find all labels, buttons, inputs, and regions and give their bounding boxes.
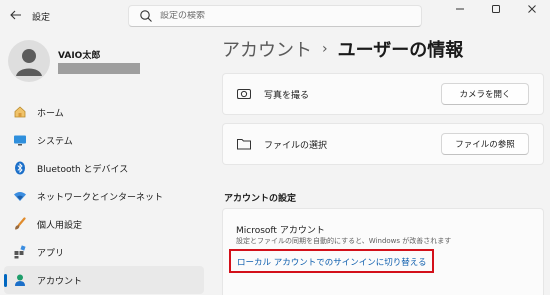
sidebar-item-label: アプリ (37, 248, 65, 259)
account-icon (13, 273, 27, 287)
home-icon (13, 105, 27, 119)
take-photo-label: 写真を撮る (264, 90, 310, 101)
highlight-frame: ローカル アカウントでのサインインに切り替える (229, 249, 434, 273)
breadcrumb-parent[interactable]: アカウント (222, 36, 312, 62)
redacted-email (58, 63, 140, 74)
user-name: VAIO太郎 (58, 51, 101, 61)
sidebar-item-apps[interactable]: アプリ (4, 238, 204, 266)
folder-icon (237, 139, 251, 150)
search-box[interactable] (128, 5, 422, 27)
brush-icon (13, 217, 27, 231)
browse-files-button[interactable]: ファイルの参照 (441, 133, 529, 155)
switch-to-local-account-link[interactable]: ローカル アカウントでのサインインに切り替える (237, 256, 426, 268)
choose-file-label: ファイルの選択 (264, 140, 328, 151)
section-heading: アカウントの設定 (224, 194, 297, 204)
back-button[interactable] (4, 4, 28, 26)
microsoft-account-title: Microsoft アカウント (236, 226, 325, 236)
search-icon (140, 10, 152, 22)
apps-icon (13, 245, 27, 259)
window-controls (442, 0, 550, 20)
sidebar-item-personalization[interactable]: 個人用設定 (4, 210, 204, 238)
search-input[interactable] (160, 11, 400, 21)
sidebar-item-accounts[interactable]: アカウント (4, 266, 204, 294)
title-bar: 設定 (0, 0, 550, 32)
bluetooth-icon (13, 161, 27, 175)
close-button[interactable] (514, 0, 550, 18)
maximize-button[interactable] (478, 0, 514, 18)
take-photo-card: 写真を撮る カメラを開く (222, 73, 544, 115)
sidebar-nav: ホーム システム Bluetooth とデバイス ネットワークとインターネット … (4, 98, 204, 294)
microsoft-account-description: 設定とファイルの同期を自動的にすると、Windows が改善されます (236, 237, 452, 245)
close-icon (528, 5, 536, 13)
wifi-icon (13, 189, 27, 203)
page-title: ユーザーの情報 (337, 40, 464, 61)
minimize-button[interactable] (442, 0, 478, 18)
minimize-icon (456, 8, 464, 10)
maximize-icon (492, 5, 500, 13)
sidebar-item-network[interactable]: ネットワークとインターネット (4, 182, 204, 210)
sidebar-item-label: システム (37, 136, 73, 147)
sidebar-item-label: アカウント (37, 276, 83, 287)
sidebar-item-label: Bluetooth とデバイス (37, 164, 129, 175)
back-arrow-icon (10, 10, 21, 20)
microsoft-account-card: Microsoft アカウント 設定とファイルの同期を自動的にすると、Windo… (222, 208, 544, 295)
avatar (8, 40, 50, 82)
user-silhouette-icon (16, 49, 42, 76)
sidebar-item-label: ネットワークとインターネット (37, 192, 164, 203)
open-camera-button[interactable]: カメラを開く (441, 83, 529, 105)
sidebar-item-label: ホーム (37, 108, 64, 119)
sidebar-item-label: 個人用設定 (37, 220, 83, 231)
camera-icon (237, 89, 251, 99)
breadcrumb: アカウント › ユーザーの情報 (222, 36, 463, 62)
sidebar-item-system[interactable]: システム (4, 126, 204, 154)
app-title: 設定 (32, 13, 51, 23)
selection-indicator (4, 274, 7, 287)
sidebar-item-home[interactable]: ホーム (4, 98, 204, 126)
sidebar-item-bluetooth[interactable]: Bluetooth とデバイス (4, 154, 204, 182)
choose-file-card: ファイルの選択 ファイルの参照 (222, 123, 544, 165)
system-display-icon (13, 133, 27, 147)
breadcrumb-separator: › (322, 41, 328, 57)
